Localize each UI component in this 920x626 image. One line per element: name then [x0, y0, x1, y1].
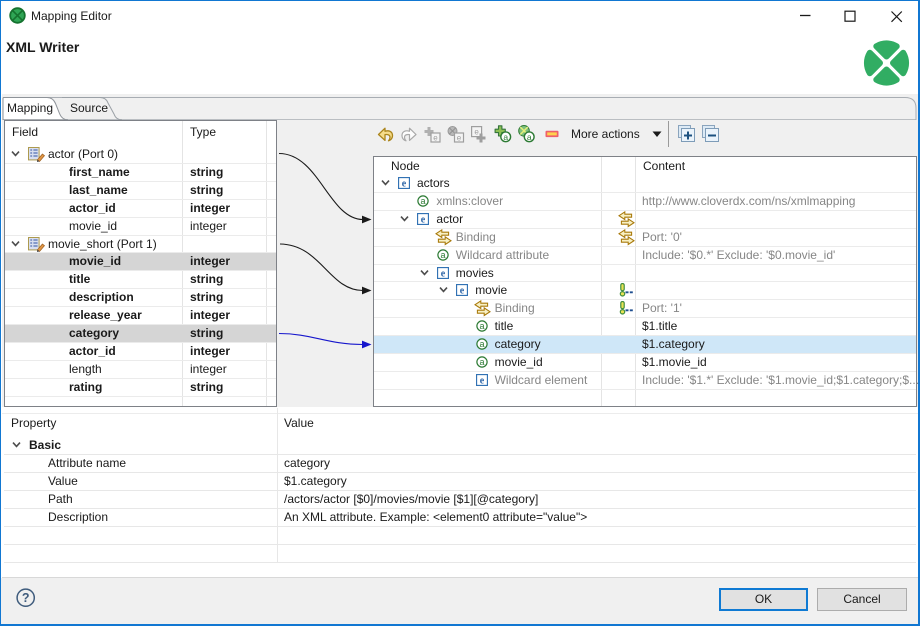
- svg-text:e: e: [479, 375, 484, 386]
- svg-text:e: e: [460, 286, 465, 297]
- svg-text:e: e: [474, 127, 479, 136]
- svg-text:e: e: [421, 214, 426, 225]
- svg-text:a: a: [421, 196, 426, 206]
- svg-text:e: e: [433, 133, 438, 142]
- svg-text:a: a: [479, 339, 484, 349]
- svg-text:e: e: [457, 133, 462, 142]
- svg-text:a: a: [479, 321, 484, 331]
- svg-text:a: a: [503, 132, 508, 142]
- svg-text:e: e: [441, 268, 446, 279]
- svg-text:e: e: [402, 179, 407, 190]
- svg-text:a: a: [479, 357, 484, 367]
- svg-text:a: a: [527, 132, 532, 142]
- svg-text:a: a: [440, 250, 445, 260]
- svg-text:?: ?: [22, 591, 30, 605]
